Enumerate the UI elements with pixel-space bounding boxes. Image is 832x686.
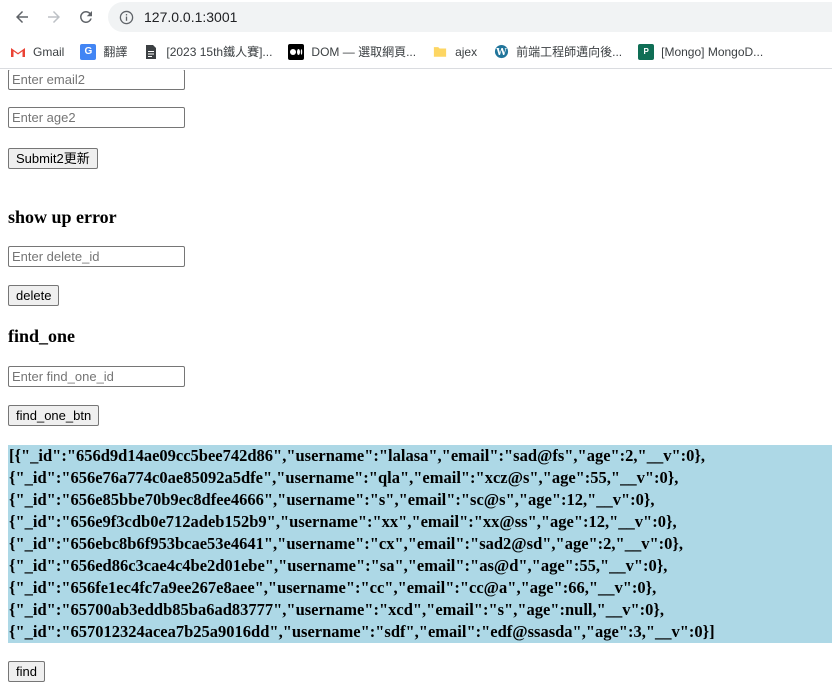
delete-heading: show up error	[8, 207, 117, 227]
browser-toolbar: 127.0.0.1:3001	[0, 0, 832, 35]
url-text: 127.0.0.1:3001	[144, 9, 238, 25]
gmail-icon	[10, 44, 26, 60]
bookmark-folder-ajex[interactable]: ajex	[432, 44, 477, 60]
address-bar[interactable]: 127.0.0.1:3001	[108, 2, 832, 32]
result-line: {"_id":"656e76a774c0ae85092a5dfe","usern…	[9, 468, 679, 487]
find-one-heading: find_one	[8, 326, 76, 346]
bookmarks-bar: Gmail G 翻譯 [2023 15th鐵人賽]... DOM — 選取網頁.…	[0, 35, 832, 69]
find-button[interactable]: find	[8, 661, 45, 682]
delete-id-input[interactable]	[8, 246, 185, 267]
bookmark-frontend[interactable]: W 前端工程師邁向後...	[493, 43, 622, 60]
translate-icon: G	[80, 43, 97, 60]
back-arrow-icon	[16, 11, 28, 23]
bookmark-translate[interactable]: G 翻譯	[80, 43, 127, 60]
email2-input[interactable]	[8, 70, 185, 90]
result-line: {"_id":"656e9f3cdb0e712adeb152b9","usern…	[9, 512, 677, 531]
forward-button[interactable]	[42, 5, 66, 29]
result-line: {"_id":"656ed86c3cae4c4be2d01ebe","usern…	[9, 556, 668, 575]
bookmark-gmail[interactable]: Gmail	[10, 44, 64, 60]
page-content: Submit2更新 show up error delete find_one …	[0, 70, 832, 686]
delete-button[interactable]: delete	[8, 285, 60, 306]
reload-button[interactable]	[74, 5, 98, 29]
result-output: [{"_id":"656d9d14ae09cc5bee742d86","user…	[8, 445, 832, 643]
wordpress-icon: W	[493, 44, 509, 60]
reload-icon	[80, 11, 92, 23]
result-line: {"_id":"656ebc8b6f953bcae53e4641","usern…	[9, 534, 683, 553]
back-button[interactable]	[10, 5, 34, 29]
result-line: {"_id":"65700ab3eddb85ba6ad83777","usern…	[9, 600, 665, 619]
find-one-id-input[interactable]	[8, 366, 185, 387]
medium-icon	[288, 43, 305, 60]
result-line: {"_id":"657012324acea7b25a9016dd","usern…	[9, 622, 715, 641]
site-icon: P	[638, 43, 655, 60]
site-info-icon[interactable]	[118, 9, 134, 25]
folder-icon	[432, 44, 448, 60]
bookmark-dom[interactable]: DOM — 選取網頁...	[288, 43, 416, 60]
age2-input[interactable]	[8, 107, 185, 128]
svg-text:W: W	[495, 47, 507, 58]
document-icon	[143, 44, 159, 60]
submit2-button[interactable]: Submit2更新	[8, 148, 98, 169]
forward-arrow-icon	[48, 11, 60, 23]
bookmark-ironman[interactable]: [2023 15th鐵人賽]...	[143, 43, 272, 60]
bookmark-mongo[interactable]: P [Mongo] MongoD...	[638, 43, 763, 60]
result-line: {"_id":"656e85bbe70b9ec8dfee4666","usern…	[9, 490, 655, 509]
result-line: {"_id":"656fe1ec4fc7a9ee267e8aee","usern…	[9, 578, 657, 597]
find-one-button[interactable]: find_one_btn	[8, 405, 100, 426]
result-line: [{"_id":"656d9d14ae09cc5bee742d86","user…	[9, 446, 705, 465]
